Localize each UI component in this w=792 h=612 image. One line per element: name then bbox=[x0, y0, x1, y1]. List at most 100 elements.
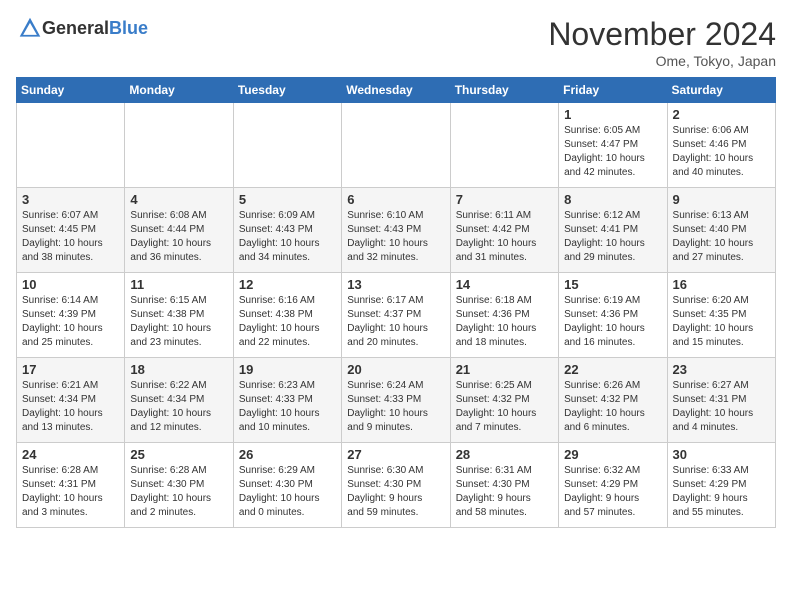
day-number: 15 bbox=[564, 277, 661, 292]
day-number: 10 bbox=[22, 277, 119, 292]
calendar-cell: 14Sunrise: 6:18 AM Sunset: 4:36 PM Dayli… bbox=[450, 273, 558, 358]
calendar-cell: 24 Sunrise: 6:28 AM Sunset: 4:31 PM Dayli… bbox=[17, 443, 125, 528]
weekday-row: Sunday Monday Tuesday Wednesday Thursday… bbox=[17, 78, 776, 103]
day-number: 13 bbox=[347, 277, 444, 292]
day-number: 19 bbox=[239, 362, 336, 377]
day-info: Sunrise: 6:08 AM Sunset: 4:44 PM Dayligh… bbox=[130, 209, 227, 265]
day-number: 7 bbox=[456, 192, 553, 207]
day-info: Sunrise: 6:05 AM Sunset: 4:47 PM Dayligh… bbox=[564, 124, 661, 180]
calendar-cell: 7 Sunrise: 6:11 AM Sunset: 4:42 PM Daylig… bbox=[450, 188, 558, 273]
day-info: Sunrise: 6:26 AM Sunset: 4:32 PM Dayligh… bbox=[564, 379, 661, 435]
calendar-cell bbox=[233, 103, 341, 188]
logo-text-blue: Blue bbox=[109, 18, 148, 38]
calendar-week-3: 10Sunrise: 6:14 AM Sunset: 4:39 PM Dayli… bbox=[17, 273, 776, 358]
day-number: 20 bbox=[347, 362, 444, 377]
calendar-cell: 18 Sunrise: 6:22 AM Sunset: 4:34 PM Dayli… bbox=[125, 358, 233, 443]
calendar-cell bbox=[342, 103, 450, 188]
day-info: Sunrise: 6:28 AM Sunset: 4:31 PM Dayligh… bbox=[22, 464, 119, 520]
day-info: Sunrise: 6:11 AM Sunset: 4:42 PM Dayligh… bbox=[456, 209, 553, 265]
day-number: 3 bbox=[22, 192, 119, 207]
calendar-cell: 19Sunrise: 6:23 AM Sunset: 4:33 PM Dayli… bbox=[233, 358, 341, 443]
day-info: Sunrise: 6:28 AM Sunset: 4:30 PM Dayligh… bbox=[130, 464, 227, 520]
day-info: Sunrise: 6:27 AM Sunset: 4:31 PM Dayligh… bbox=[673, 379, 770, 435]
calendar-cell: 28Sunrise: 6:31 AM Sunset: 4:30 PM Dayli… bbox=[450, 443, 558, 528]
day-info: Sunrise: 6:21 AM Sunset: 4:34 PM Dayligh… bbox=[22, 379, 119, 435]
calendar-cell: 12Sunrise: 6:16 AM Sunset: 4:38 PM Dayli… bbox=[233, 273, 341, 358]
calendar-cell: 16Sunrise: 6:20 AM Sunset: 4:35 PM Dayli… bbox=[667, 273, 775, 358]
day-number: 29 bbox=[564, 447, 661, 462]
day-number: 11 bbox=[130, 277, 227, 292]
location: Ome, Tokyo, Japan bbox=[548, 53, 776, 69]
calendar-cell bbox=[125, 103, 233, 188]
logo: GeneralBlue bbox=[16, 16, 148, 40]
day-number: 27 bbox=[347, 447, 444, 462]
weekday-wednesday: Wednesday bbox=[342, 78, 450, 103]
day-number: 18 bbox=[130, 362, 227, 377]
calendar-table: Sunday Monday Tuesday Wednesday Thursday… bbox=[16, 77, 776, 528]
day-number: 1 bbox=[564, 107, 661, 122]
day-number: 5 bbox=[239, 192, 336, 207]
day-number: 6 bbox=[347, 192, 444, 207]
calendar-cell: 6 Sunrise: 6:10 AM Sunset: 4:43 PM Daylig… bbox=[342, 188, 450, 273]
day-info: Sunrise: 6:25 AM Sunset: 4:32 PM Dayligh… bbox=[456, 379, 553, 435]
day-info: Sunrise: 6:19 AM Sunset: 4:36 PM Dayligh… bbox=[564, 294, 661, 350]
calendar-cell bbox=[450, 103, 558, 188]
calendar-cell: 27 Sunrise: 6:30 AM Sunset: 4:30 PM Dayli… bbox=[342, 443, 450, 528]
day-info: Sunrise: 6:13 AM Sunset: 4:40 PM Dayligh… bbox=[673, 209, 770, 265]
weekday-thursday: Thursday bbox=[450, 78, 558, 103]
calendar-cell: 25 Sunrise: 6:28 AM Sunset: 4:30 PM Dayli… bbox=[125, 443, 233, 528]
calendar-cell: 5Sunrise: 6:09 AM Sunset: 4:43 PM Daylig… bbox=[233, 188, 341, 273]
day-number: 24 bbox=[22, 447, 119, 462]
day-number: 28 bbox=[456, 447, 553, 462]
month-title: November 2024 bbox=[548, 16, 776, 53]
weekday-sunday: Sunday bbox=[17, 78, 125, 103]
calendar-week-5: 24 Sunrise: 6:28 AM Sunset: 4:31 PM Dayli… bbox=[17, 443, 776, 528]
day-number: 25 bbox=[130, 447, 227, 462]
calendar-cell: 13 Sunrise: 6:17 AM Sunset: 4:37 PM Dayli… bbox=[342, 273, 450, 358]
day-info: Sunrise: 6:32 AM Sunset: 4:29 PM Dayligh… bbox=[564, 464, 661, 520]
day-info: Sunrise: 6:30 AM Sunset: 4:30 PM Dayligh… bbox=[347, 464, 444, 520]
day-number: 17 bbox=[22, 362, 119, 377]
day-info: Sunrise: 6:10 AM Sunset: 4:43 PM Dayligh… bbox=[347, 209, 444, 265]
day-info: Sunrise: 6:29 AM Sunset: 4:30 PM Dayligh… bbox=[239, 464, 336, 520]
day-number: 21 bbox=[456, 362, 553, 377]
calendar-cell: 10Sunrise: 6:14 AM Sunset: 4:39 PM Dayli… bbox=[17, 273, 125, 358]
title-block: November 2024 Ome, Tokyo, Japan bbox=[548, 16, 776, 69]
logo-text-general: General bbox=[42, 18, 109, 38]
day-number: 22 bbox=[564, 362, 661, 377]
calendar-cell: 30 Sunrise: 6:33 AM Sunset: 4:29 PM Dayli… bbox=[667, 443, 775, 528]
calendar-cell: 11 Sunrise: 6:15 AM Sunset: 4:38 PM Dayli… bbox=[125, 273, 233, 358]
weekday-tuesday: Tuesday bbox=[233, 78, 341, 103]
calendar-cell: 3Sunrise: 6:07 AM Sunset: 4:45 PM Daylig… bbox=[17, 188, 125, 273]
day-number: 4 bbox=[130, 192, 227, 207]
day-number: 23 bbox=[673, 362, 770, 377]
calendar-cell: 29 Sunrise: 6:32 AM Sunset: 4:29 PM Dayli… bbox=[559, 443, 667, 528]
day-info: Sunrise: 6:24 AM Sunset: 4:33 PM Dayligh… bbox=[347, 379, 444, 435]
day-number: 2 bbox=[673, 107, 770, 122]
day-info: Sunrise: 6:17 AM Sunset: 4:37 PM Dayligh… bbox=[347, 294, 444, 350]
logo-icon bbox=[18, 16, 42, 40]
calendar-header: Sunday Monday Tuesday Wednesday Thursday… bbox=[17, 78, 776, 103]
day-info: Sunrise: 6:18 AM Sunset: 4:36 PM Dayligh… bbox=[456, 294, 553, 350]
weekday-monday: Monday bbox=[125, 78, 233, 103]
calendar-cell: 15 Sunrise: 6:19 AM Sunset: 4:36 PM Dayli… bbox=[559, 273, 667, 358]
calendar-cell bbox=[17, 103, 125, 188]
calendar-cell: 8Sunrise: 6:12 AM Sunset: 4:41 PM Daylig… bbox=[559, 188, 667, 273]
day-number: 30 bbox=[673, 447, 770, 462]
day-info: Sunrise: 6:15 AM Sunset: 4:38 PM Dayligh… bbox=[130, 294, 227, 350]
calendar-cell: 26 Sunrise: 6:29 AM Sunset: 4:30 PM Dayli… bbox=[233, 443, 341, 528]
calendar-cell: 23 Sunrise: 6:27 AM Sunset: 4:31 PM Dayli… bbox=[667, 358, 775, 443]
day-info: Sunrise: 6:22 AM Sunset: 4:34 PM Dayligh… bbox=[130, 379, 227, 435]
weekday-saturday: Saturday bbox=[667, 78, 775, 103]
day-number: 26 bbox=[239, 447, 336, 462]
page-header: GeneralBlue November 2024 Ome, Tokyo, Ja… bbox=[16, 16, 776, 69]
day-info: Sunrise: 6:33 AM Sunset: 4:29 PM Dayligh… bbox=[673, 464, 770, 520]
calendar-cell: 9 Sunrise: 6:13 AM Sunset: 4:40 PM Daylig… bbox=[667, 188, 775, 273]
day-number: 9 bbox=[673, 192, 770, 207]
day-info: Sunrise: 6:16 AM Sunset: 4:38 PM Dayligh… bbox=[239, 294, 336, 350]
calendar-week-1: 1 Sunrise: 6:05 AM Sunset: 4:47 PM Daylig… bbox=[17, 103, 776, 188]
calendar-cell: 22 Sunrise: 6:26 AM Sunset: 4:32 PM Dayli… bbox=[559, 358, 667, 443]
day-info: Sunrise: 6:12 AM Sunset: 4:41 PM Dayligh… bbox=[564, 209, 661, 265]
calendar-week-4: 17 Sunrise: 6:21 AM Sunset: 4:34 PM Dayli… bbox=[17, 358, 776, 443]
calendar-week-2: 3Sunrise: 6:07 AM Sunset: 4:45 PM Daylig… bbox=[17, 188, 776, 273]
